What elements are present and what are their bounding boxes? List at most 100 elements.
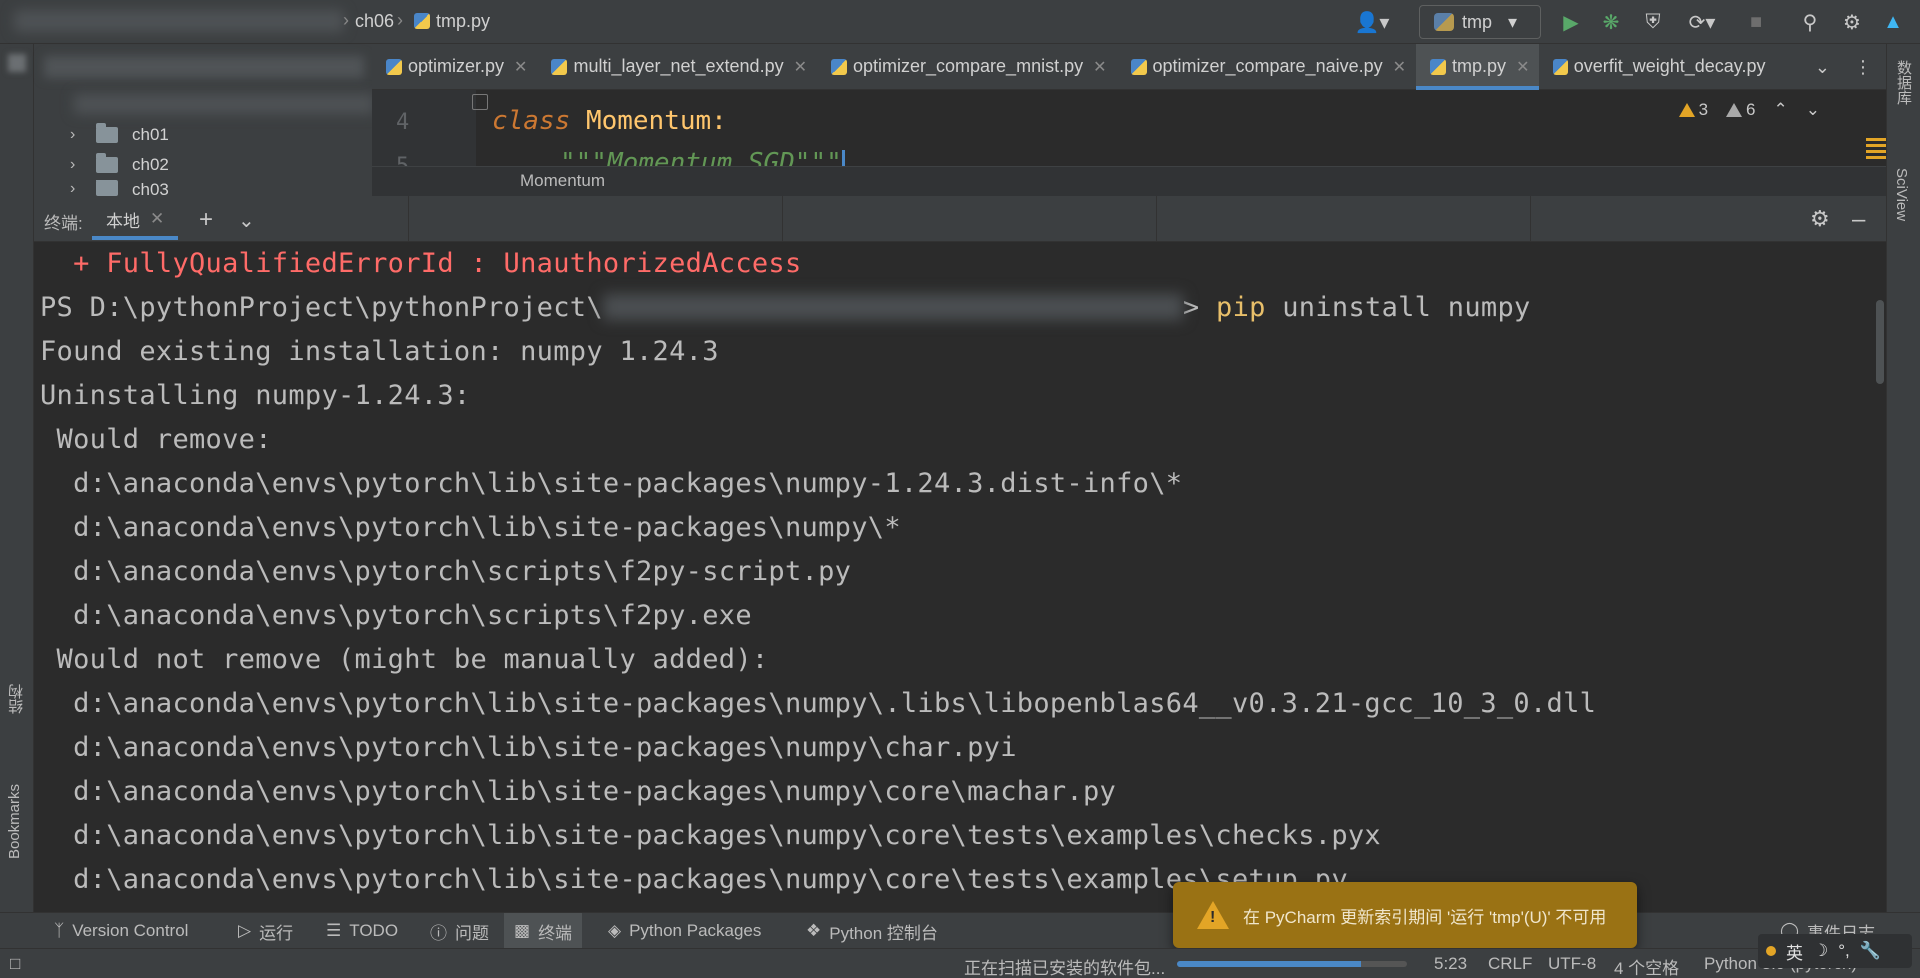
punctuation-icon: °,: [1838, 941, 1850, 960]
add-terminal-icon[interactable]: +: [199, 206, 213, 234]
warnings-indicator[interactable]: 3: [1678, 100, 1708, 120]
user-icon[interactable]: 👤▾: [1350, 9, 1394, 35]
breadcrumb-separator: ›: [343, 10, 349, 30]
tool-problems[interactable]: ⓘ 问题: [420, 913, 499, 949]
debug-icon[interactable]: ❋: [1598, 9, 1624, 35]
prompt-path-redacted: [602, 294, 1183, 320]
minimize-icon[interactable]: –: [1852, 206, 1865, 234]
terminal-line: d:\anaconda\envs\pytorch\scripts\f2py.ex…: [40, 600, 752, 631]
status-bar: □ 正在扫描已安装的软件包... 5:23 CRLF UTF-8 4 个空格 P…: [0, 948, 1920, 978]
indent-setting[interactable]: 4 个空格: [1614, 954, 1679, 978]
close-icon[interactable]: ✕: [1393, 57, 1406, 77]
structure-tab[interactable]: 结构: [6, 684, 27, 714]
tool-terminal[interactable]: ▩ 终端: [504, 913, 583, 949]
chevron-down-icon[interactable]: ⌄: [1815, 57, 1830, 78]
file-encoding[interactable]: UTF-8: [1548, 954, 1596, 974]
caret-position[interactable]: 5:23: [1434, 954, 1467, 974]
close-icon[interactable]: ✕: [794, 57, 807, 77]
tool-python-packages[interactable]: ◈ Python Packages: [598, 913, 771, 949]
tab-optimizer-compare-naive[interactable]: optimizer_compare_naive.py ✕: [1117, 44, 1417, 90]
database-tab[interactable]: 数据库: [1893, 60, 1914, 105]
close-icon[interactable]: ✕: [1516, 57, 1529, 77]
warning-icon: [1678, 103, 1695, 117]
terminal-line: + FullyQualifiedErrorId : UnauthorizedAc…: [40, 248, 802, 279]
error-stripe-marker[interactable]: [1866, 138, 1886, 160]
terminal-line: d:\anaconda\envs\pytorch\lib\site-packag…: [40, 820, 1381, 851]
layers-icon: ◈: [608, 921, 622, 940]
project-icon[interactable]: [8, 54, 26, 72]
terminal-line: d:\anaconda\envs\pytorch\lib\site-packag…: [40, 776, 1117, 807]
chevron-down-icon[interactable]: ⌄: [238, 208, 255, 233]
coverage-icon[interactable]: ⛨: [1640, 9, 1666, 35]
divider: [1156, 196, 1157, 242]
inspection-widget[interactable]: 3 6 ⌃ ⌄: [1678, 100, 1820, 120]
terminal-tab-local[interactable]: 本地 ✕: [92, 196, 179, 242]
jetbrains-logo-icon[interactable]: ▲: [1880, 9, 1906, 35]
breadcrumb-class[interactable]: Momentum: [520, 171, 605, 191]
python-file-icon: [1430, 58, 1447, 75]
terminal-line: d:\anaconda\envs\pytorch\lib\site-packag…: [40, 512, 901, 543]
background-task[interactable]: 正在扫描已安装的软件包...: [964, 954, 1165, 978]
editor-breadcrumb-bar: Momentum: [372, 166, 1886, 196]
tab-overfit-weight-decay[interactable]: overfit_weight_decay.py: [1539, 44, 1775, 90]
terminal-output[interactable]: + FullyQualifiedErrorId : UnauthorizedAc…: [34, 242, 1886, 912]
project-toolbar-redacted: [44, 56, 364, 78]
tool-todo[interactable]: ☰ TODO: [316, 913, 408, 949]
chevron-right-icon[interactable]: ›: [70, 180, 82, 196]
tree-item-ch03[interactable]: › ch03: [70, 180, 169, 196]
tree-item-ch02[interactable]: › ch02: [70, 151, 169, 179]
terminal-title: 终端:: [44, 214, 83, 233]
folder-icon: [96, 180, 118, 196]
tree-item-ch01[interactable]: › ch01: [70, 121, 169, 149]
project-panel: › ch01 › ch02 › ch03: [34, 44, 374, 196]
line-separator[interactable]: CRLF: [1488, 954, 1532, 974]
tool-python-console[interactable]: ❖ Python 控制台: [796, 913, 948, 949]
sciview-tab[interactable]: SciView: [1893, 168, 1910, 221]
terminal-scrollbar[interactable]: [1876, 300, 1884, 384]
toggle-tool-windows-icon[interactable]: □: [10, 954, 20, 974]
divider: [782, 196, 783, 242]
close-icon[interactable]: ✕: [514, 57, 527, 77]
chevron-right-icon[interactable]: ›: [70, 126, 82, 144]
python-icon: ❖: [806, 921, 822, 940]
code-editor[interactable]: 4 5 class Momentum: """Momentum SGD""" 3…: [372, 90, 1886, 166]
tab-tmp[interactable]: tmp.py ✕: [1416, 43, 1540, 90]
chevron-down-icon: ▾: [1508, 11, 1518, 32]
terminal-line: d:\anaconda\envs\pytorch\lib\site-packag…: [40, 688, 1597, 719]
tab-optimizer[interactable]: optimizer.py ✕: [372, 44, 537, 90]
close-icon[interactable]: ✕: [1093, 57, 1106, 77]
divider: [408, 196, 409, 242]
list-icon: ☰: [326, 921, 342, 940]
terminal-header: 终端: 本地 ✕ + ⌄ ⚙ –: [34, 196, 1886, 242]
gear-icon[interactable]: ⚙: [1810, 206, 1830, 232]
tool-run[interactable]: ▷ 运行: [228, 913, 303, 949]
breadcrumb-folder[interactable]: ch06: [355, 11, 394, 32]
breadcrumb-file[interactable]: tmp.py: [414, 11, 490, 32]
weak-warnings-indicator[interactable]: 6: [1726, 100, 1756, 120]
search-icon[interactable]: ⚲: [1797, 9, 1823, 35]
run-icon[interactable]: ▶: [1558, 9, 1584, 35]
tab-multi-layer-net-extend[interactable]: multi_layer_net_extend.py ✕: [537, 44, 817, 90]
indexing-notification[interactable]: ! 在 PyCharm 更新索引期间 '运行 'tmp'(U)' 不可用: [1173, 882, 1637, 960]
chevron-up-icon[interactable]: ⌃: [1774, 100, 1788, 120]
breadcrumb-separator: ›: [397, 10, 403, 30]
task-progress-bar: [1177, 961, 1407, 967]
stop-icon[interactable]: ■: [1743, 9, 1769, 35]
info-icon: ⓘ: [430, 923, 447, 943]
tab-optimizer-compare-mnist[interactable]: optimizer_compare_mnist.py ✕: [817, 44, 1117, 90]
chevron-down-icon[interactable]: ⌄: [1806, 100, 1820, 120]
ime-indicator[interactable]: 英 ☽ °, 🔧: [1758, 934, 1912, 968]
profile-icon[interactable]: ⟳▾: [1680, 9, 1724, 35]
terminal-line: Would not remove (might be manually adde…: [40, 644, 769, 675]
tool-version-control[interactable]: ᛉ Version Control: [44, 913, 198, 949]
fold-icon[interactable]: [472, 94, 488, 110]
close-icon[interactable]: ✕: [150, 209, 164, 229]
chevron-right-icon[interactable]: ›: [70, 156, 82, 174]
project-root-redacted: [74, 94, 374, 114]
terminal-icon: ▩: [514, 921, 531, 940]
gear-icon[interactable]: ⚙: [1839, 9, 1865, 35]
more-icon[interactable]: ⋮: [1854, 57, 1872, 78]
line-number: 4: [396, 110, 410, 135]
run-config-selector[interactable]: tmp ▾: [1419, 5, 1541, 39]
bookmarks-tab[interactable]: Bookmarks: [6, 784, 23, 859]
